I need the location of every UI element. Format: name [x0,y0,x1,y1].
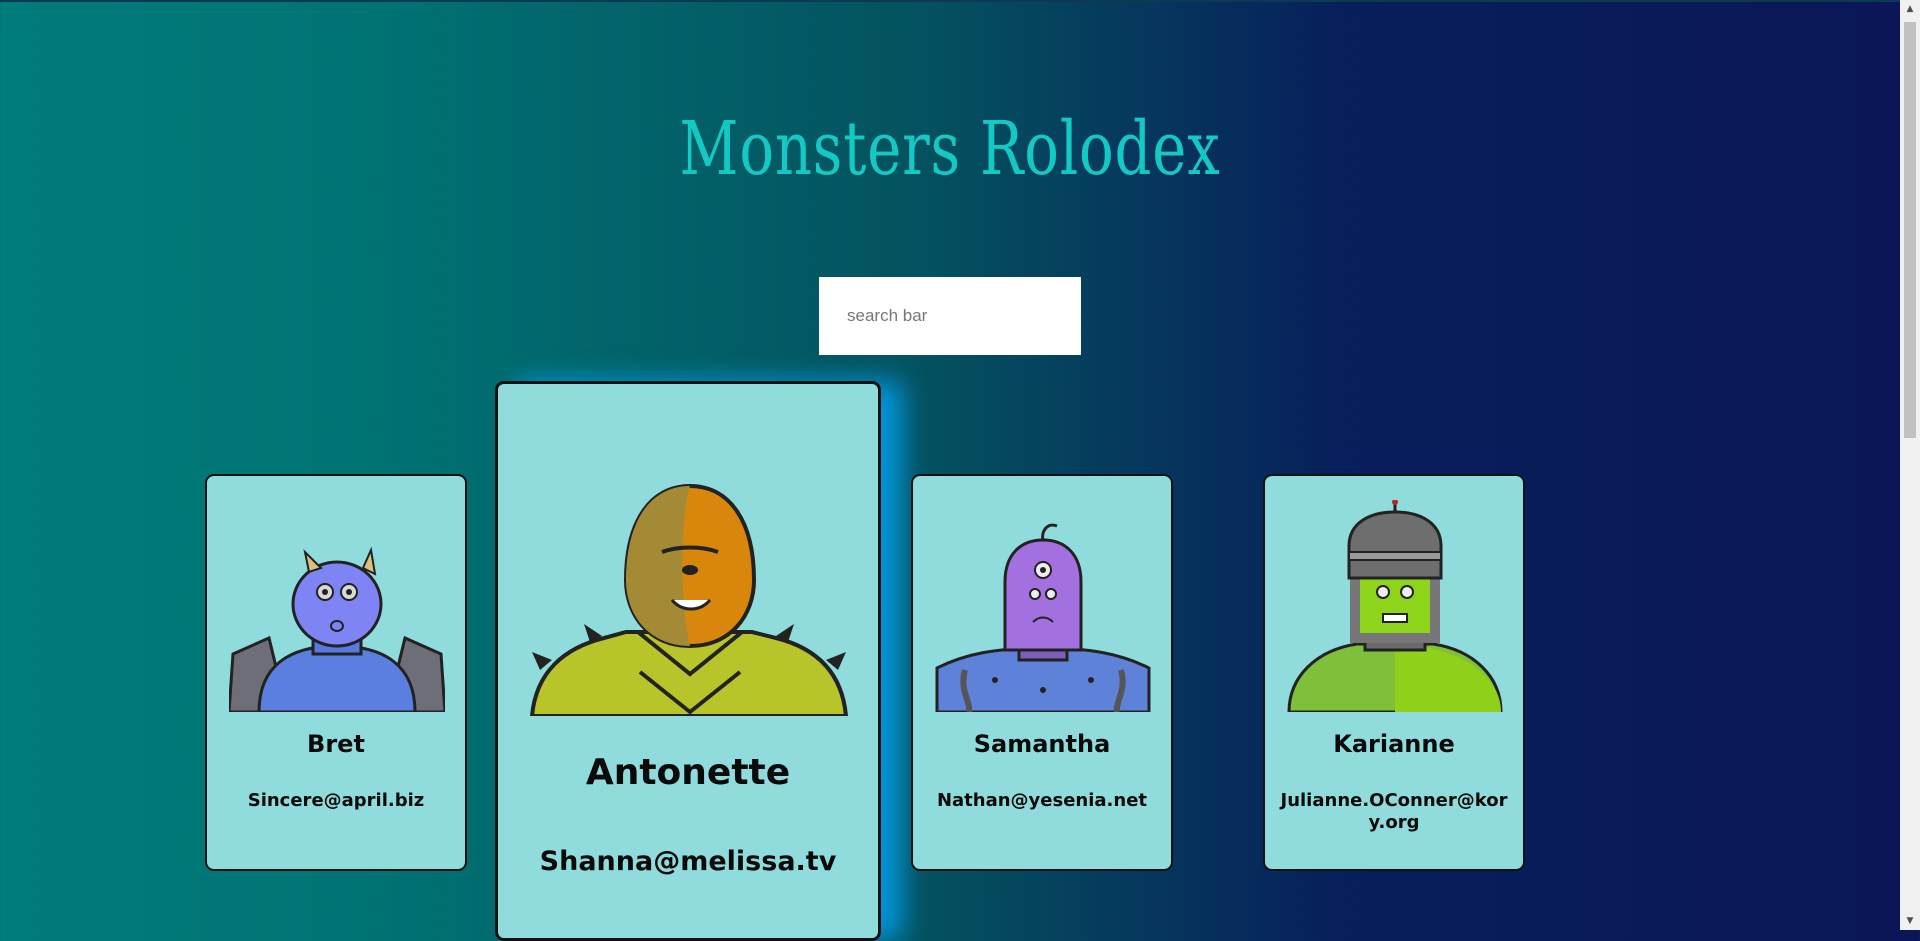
vertical-scrollbar[interactable]: ▲ ▼ [1900,0,1920,930]
monster-card[interactable]: Karianne Julianne.OConner@kory.org [1263,474,1525,871]
monster-email: Nathan@yesenia.net [936,790,1148,811]
monster-email: Shanna@melissa.tv [539,846,837,877]
monster-name: Karianne [1333,730,1455,758]
monster-card-featured[interactable]: Antonette Shanna@melissa.tv [495,381,881,941]
search-input[interactable] [819,277,1081,355]
monster-card[interactable]: Bret Sincere@april.biz [205,474,467,871]
chevron-up-icon[interactable]: ▲ [1900,0,1920,18]
page-title: Monsters Rolodex [679,106,1221,192]
monster-name: Bret [307,730,365,758]
green-helmet-monster-icon [1287,500,1503,712]
purple-cyclops-robot-monster-icon [935,523,1151,712]
orange-hooded-monster-icon [530,483,848,716]
monster-card[interactable]: Samantha Nathan@yesenia.net [911,474,1173,871]
monster-email: Sincere@april.biz [247,790,425,811]
chevron-down-icon[interactable]: ▼ [1900,912,1920,930]
scroll-thumb[interactable] [1904,22,1916,438]
monster-name: Antonette [585,752,791,793]
monster-email: Julianne.OConner@kory.org [1280,790,1508,833]
blue-horned-monster-icon [229,546,445,712]
monster-name: Samantha [973,730,1111,758]
top-border [0,0,1900,2]
